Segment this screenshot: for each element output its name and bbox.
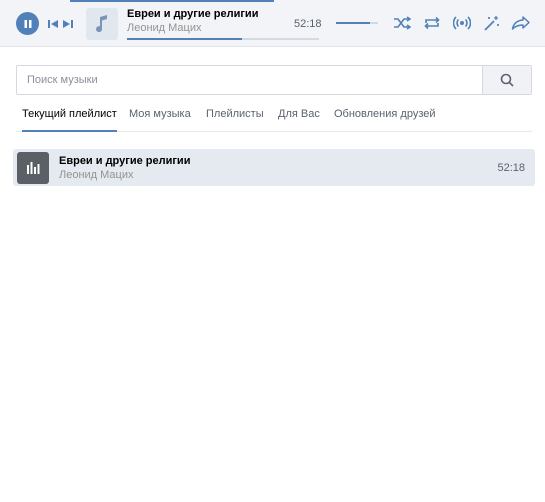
track-time: 52:18 [294, 18, 322, 30]
tab-playlists[interactable]: Плейлисты [206, 100, 264, 132]
list-item[interactable]: Евреи и другие религии Леонид Мацих 52:1… [13, 149, 535, 186]
music-app: Евреи и другие религии Леонид Мацих 52:1… [0, 0, 545, 502]
list-item-title[interactable]: Евреи и другие религии [59, 155, 190, 167]
broadcast-icon [453, 16, 471, 30]
track-progress-fill [127, 38, 243, 40]
top-progress-line [0, 0, 545, 2]
search-input[interactable] [17, 66, 483, 94]
player-bar: Евреи и другие религии Леонид Мацих 52:1… [0, 0, 545, 47]
music-note-icon [96, 15, 107, 33]
next-icon [63, 20, 73, 28]
previous-track-button[interactable] [47, 17, 59, 29]
volume-slider[interactable] [336, 22, 378, 24]
search-button[interactable] [482, 66, 531, 94]
pause-icon [24, 19, 31, 28]
pause-button[interactable] [16, 12, 39, 35]
recommendations-button[interactable] [482, 14, 502, 32]
search-box [16, 65, 532, 95]
tab-my-music[interactable]: Моя музыка [129, 100, 191, 132]
share-button[interactable] [511, 14, 531, 32]
repeat-button[interactable] [422, 14, 442, 32]
repeat-icon [424, 16, 440, 30]
list-item-duration: 52:18 [497, 162, 525, 174]
next-track-button[interactable] [62, 17, 74, 29]
share-icon [511, 16, 530, 30]
tab-friends-updates[interactable]: Обновления друзей [334, 100, 436, 132]
track-cover [86, 8, 118, 40]
volume-fill [336, 22, 370, 24]
track-progress-bar[interactable] [127, 38, 319, 40]
broadcast-button[interactable] [452, 14, 472, 32]
search-icon [500, 73, 514, 87]
shuffle-icon [394, 16, 411, 30]
prev-icon [48, 20, 58, 28]
tab-for-you[interactable]: Для Вас [278, 100, 320, 132]
track-cover-playing[interactable] [17, 152, 49, 184]
shuffle-button[interactable] [392, 14, 412, 32]
music-tabs: Текущий плейлист Моя музыка Плейлисты Дл… [16, 100, 532, 132]
list-item-artist[interactable]: Леонид Мацих [59, 169, 134, 181]
tab-current-playlist[interactable]: Текущий плейлист [22, 100, 117, 132]
magic-wand-icon [484, 16, 499, 31]
playing-bars-icon [27, 162, 40, 174]
